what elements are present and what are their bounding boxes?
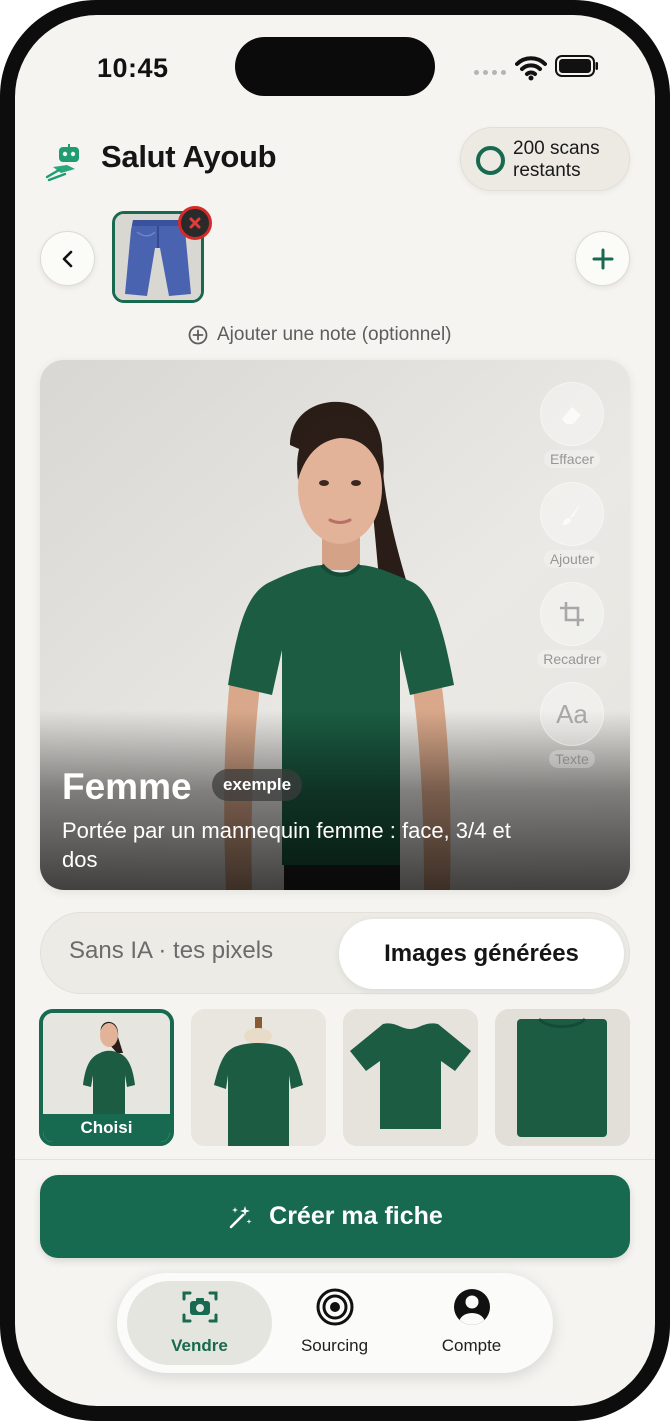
- text-tool-label: Texte: [549, 750, 595, 768]
- tab-vendre[interactable]: Vendre: [127, 1281, 272, 1365]
- erase-tool[interactable]: Effacer: [536, 382, 608, 469]
- add-note-link[interactable]: Ajouter une note (optionnel): [188, 324, 452, 346]
- camera-icon: [182, 1291, 217, 1323]
- erase-tool-label: Effacer: [543, 450, 601, 468]
- variant-mannequin[interactable]: [191, 1009, 326, 1146]
- hero-description: Portée par un mannequin femme : face, 3/…: [62, 818, 511, 872]
- example-badge: exemple: [212, 769, 303, 801]
- scans-remaining-badge[interactable]: 200 scans restants: [460, 127, 630, 191]
- wifi-icon: [515, 56, 547, 81]
- text-icon: Aa: [540, 682, 604, 746]
- scans-ring-icon: [476, 146, 505, 175]
- greeting-title: Salut Ayoub: [101, 139, 277, 174]
- eraser-icon: [540, 382, 604, 446]
- create-listing-button[interactable]: Créer ma fiche: [40, 1175, 630, 1258]
- brush-icon: [540, 482, 604, 546]
- tab-vendre-label: Vendre: [171, 1336, 228, 1355]
- mode-toggle: Sans IA · tes pixels Images générées: [40, 912, 630, 994]
- target-icon: [316, 1288, 353, 1326]
- variant-woman-model[interactable]: Choisi: [39, 1009, 174, 1146]
- status-time: 10:45: [97, 53, 169, 83]
- text-tool[interactable]: Aa Texte: [536, 682, 608, 769]
- add-tool[interactable]: Ajouter: [536, 482, 608, 569]
- preview-card[interactable]: Effacer Ajouter Recadrer Aa Texte Femme …: [40, 360, 630, 890]
- battery-icon: [555, 55, 598, 77]
- tab-compte-label: Compte: [441, 1336, 502, 1355]
- add-note-label: Ajouter une note (optionnel): [217, 324, 452, 345]
- back-button[interactable]: [40, 231, 95, 286]
- folded-tshirt-thumbnail: [495, 1009, 630, 1146]
- tab-sourcing-label: Sourcing: [300, 1336, 369, 1355]
- flat-tshirt-thumbnail: [343, 1009, 478, 1146]
- robot-logo-icon: [45, 144, 79, 182]
- option-no-ai[interactable]: Sans IA · tes pixels: [69, 937, 273, 965]
- crop-tool-label: Recadrer: [537, 650, 607, 668]
- bottom-tab-bar: Vendre Sourcing Compte: [117, 1273, 553, 1373]
- tab-compte[interactable]: Compte: [399, 1281, 544, 1365]
- hero-title: Femme: [62, 766, 192, 807]
- crop-icon: [540, 582, 604, 646]
- plus-circle-icon: [188, 325, 208, 345]
- selected-label: Choisi: [43, 1114, 170, 1142]
- variant-folded[interactable]: [495, 1009, 630, 1146]
- variant-flat-lay[interactable]: [343, 1009, 478, 1146]
- account-icon: [453, 1289, 490, 1325]
- cellular-signal-icon: [474, 70, 506, 75]
- mannequin-thumbnail: [191, 1009, 326, 1146]
- divider: [15, 1159, 655, 1160]
- remove-photo-button[interactable]: [178, 206, 212, 240]
- option-generated-images[interactable]: Images générées: [339, 919, 624, 989]
- app-screen: 10:45 Salut Ayoub 200 scans restants Ajo…: [15, 15, 655, 1406]
- create-listing-label: Créer ma fiche: [269, 1202, 443, 1230]
- dynamic-island: [235, 37, 435, 96]
- scans-text: 200 scans restants: [513, 138, 600, 181]
- phone-frame: 10:45 Salut Ayoub 200 scans restants Ajo…: [0, 0, 670, 1421]
- plus-icon: [592, 248, 613, 269]
- tab-sourcing[interactable]: Sourcing: [262, 1281, 407, 1365]
- add-photo-button[interactable]: [575, 231, 630, 286]
- crop-tool[interactable]: Recadrer: [536, 582, 608, 669]
- close-icon: [189, 217, 201, 229]
- magic-wand-icon: [229, 1205, 252, 1228]
- chevron-left-icon: [62, 250, 72, 267]
- add-tool-label: Ajouter: [543, 550, 601, 568]
